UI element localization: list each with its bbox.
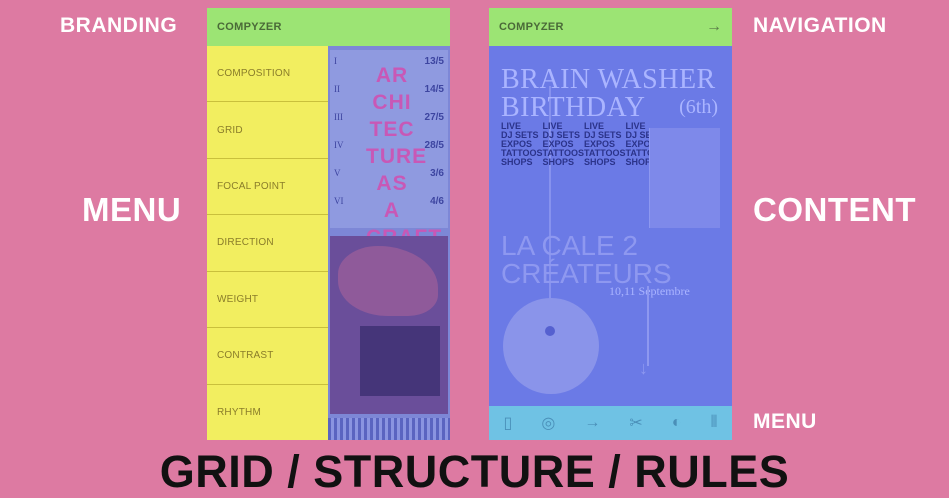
circle-graphic bbox=[503, 298, 599, 394]
phone-icon[interactable]: ▯ bbox=[504, 413, 513, 433]
brand-logo[interactable]: COMPYZER bbox=[499, 21, 564, 33]
poster-title-line: TEC bbox=[369, 118, 415, 141]
bottom-menu-label: MENU bbox=[753, 410, 817, 433]
menu-label: MENU bbox=[82, 191, 182, 228]
date-column: 13/5 14/5 27/5 28/5 3/6 4/6 bbox=[414, 56, 444, 224]
poster-date: 3/6 bbox=[430, 168, 444, 179]
content-label: CONTENT bbox=[753, 191, 916, 228]
architecture-poster: I II III IV V VI 13/5 14/5 27/5 28/5 3/6… bbox=[330, 50, 448, 249]
bars-icon[interactable]: ⦀ bbox=[710, 414, 717, 432]
poster-title-line: AR bbox=[375, 64, 409, 87]
program-item: SHOPS bbox=[542, 157, 575, 167]
arrow-right-icon[interactable]: → bbox=[584, 414, 600, 432]
caption: GRID / STRUCTURE / RULES bbox=[159, 446, 790, 497]
artwork-shape bbox=[338, 246, 438, 316]
menu-item-weight[interactable]: WEIGHT bbox=[207, 272, 328, 329]
poster-date: 13/5 bbox=[424, 56, 444, 67]
event-title-line: BRAIN WASHER bbox=[501, 64, 716, 95]
poster-title: AR CHI TEC TURE AS A CRAFT bbox=[366, 62, 441, 251]
program-column: LIVE DJ SETS EXPOS TATTOOS SHOPS bbox=[501, 122, 543, 167]
menu-item-focal-point[interactable]: FOCAL POINT bbox=[207, 159, 328, 216]
content-area: BRAIN WASHER BIRTHDAY (6th) LIVE DJ SETS… bbox=[489, 46, 732, 406]
eye-icon[interactable]: ◎ bbox=[541, 413, 555, 433]
event-title-2: LA CALE 2 CRÉATEURS bbox=[501, 232, 725, 288]
program-column: LIVE DJ SETS EXPOS TATTOOS SHOPS bbox=[543, 122, 585, 167]
right-phone-mockup: COMPYZER → BRAIN WASHER BIRTHDAY (6th) L… bbox=[489, 8, 732, 440]
navigation-label: NAVIGATION bbox=[753, 14, 887, 37]
program-item: SHOPS bbox=[584, 157, 616, 167]
artwork-shape bbox=[360, 326, 440, 396]
event-date: 10,11 Septembre bbox=[609, 284, 690, 298]
circle-dot bbox=[545, 326, 555, 336]
branding-label: BRANDING bbox=[60, 14, 178, 37]
program-grid: LIVE DJ SETS EXPOS TATTOOS SHOPS LIVE DJ… bbox=[501, 122, 667, 167]
program-item: SHOPS bbox=[501, 157, 533, 167]
edition-label: (6th) bbox=[679, 96, 718, 118]
program-column: LIVE DJ SETS EXPOS TATTOOS SHOPS bbox=[584, 122, 626, 167]
poster-title-line: TURE bbox=[366, 145, 428, 168]
bottom-menu-bar: ▯ ◎ → ✂ ◐ ⦀ bbox=[489, 406, 732, 440]
content-pane: I II III IV V VI 13/5 14/5 27/5 28/5 3/6… bbox=[328, 46, 450, 440]
poster-date: 27/5 bbox=[424, 112, 444, 123]
poster-title-line: AS A bbox=[376, 172, 408, 222]
left-phone-mockup: COMPYZER COMPOSITION GRID FOCAL POINT DI… bbox=[207, 8, 450, 440]
arrow-right-icon[interactable]: → bbox=[706, 18, 722, 36]
event-title-2-line: LA CALE 2 bbox=[501, 230, 638, 261]
poster-title-line: CHI bbox=[372, 91, 412, 114]
branding-bar: COMPYZER bbox=[207, 8, 450, 46]
poster-date: 14/5 bbox=[424, 84, 444, 95]
pattern-strip bbox=[328, 418, 450, 440]
brand-logo[interactable]: COMPYZER bbox=[217, 21, 282, 33]
poster-date: 4/6 bbox=[430, 196, 444, 207]
menu-item-composition[interactable]: COMPOSITION bbox=[207, 46, 328, 103]
menu-item-grid[interactable]: GRID bbox=[207, 102, 328, 159]
arrow-down-line bbox=[647, 286, 649, 366]
menu-item-contrast[interactable]: CONTRAST bbox=[207, 328, 328, 385]
navigation-bar: COMPYZER → bbox=[489, 8, 732, 46]
arrow-down-icon: ↓ bbox=[639, 358, 648, 378]
contrast-icon[interactable]: ◐ bbox=[672, 414, 682, 432]
menu-item-direction[interactable]: DIRECTION bbox=[207, 215, 328, 272]
scissors-icon[interactable]: ✂ bbox=[629, 413, 642, 433]
album-artwork bbox=[330, 236, 448, 414]
menu-item-rhythm[interactable]: RHYTHM bbox=[207, 385, 328, 440]
event-photo bbox=[649, 128, 720, 228]
side-menu: COMPOSITION GRID FOCAL POINT DIRECTION W… bbox=[207, 46, 328, 440]
